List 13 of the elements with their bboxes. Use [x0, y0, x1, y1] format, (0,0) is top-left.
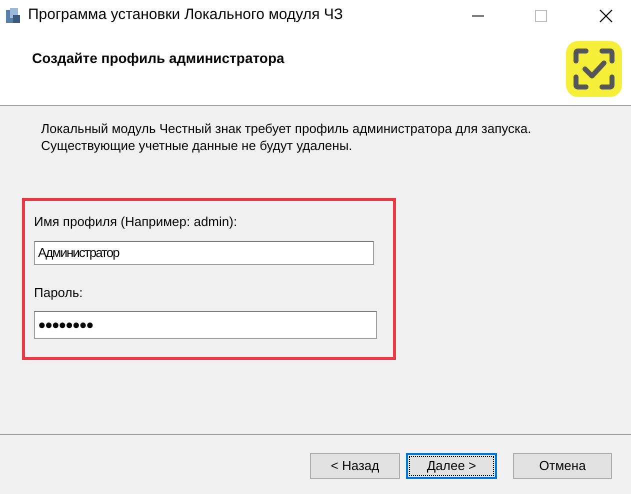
password-field[interactable]: ●●●●●●●● — [34, 311, 377, 339]
installer-icon — [4, 6, 22, 24]
field-label: Пароль: — [34, 284, 84, 302]
field-label: Имя профиля (Например: admin): — [34, 213, 238, 231]
checkmark-frame-logo-icon — [566, 41, 622, 97]
close-icon[interactable] — [599, 8, 613, 22]
description-text: Локальный модуль Честный знак требует профиль администратора для запуска. Существующие учетные данные не будут удалены. — [41, 120, 532, 154]
cancel-button[interactable]: Отмена — [513, 453, 612, 479]
next-button[interactable]: Далее > — [406, 453, 497, 479]
header-title: Создайте профиль администратора — [32, 49, 284, 68]
window-title: Программа установки Локального модуля ЧЗ — [28, 5, 343, 26]
back-button[interactable]: < Назад — [310, 453, 400, 479]
profile-name-field[interactable]: Администратор — [34, 240, 374, 264]
